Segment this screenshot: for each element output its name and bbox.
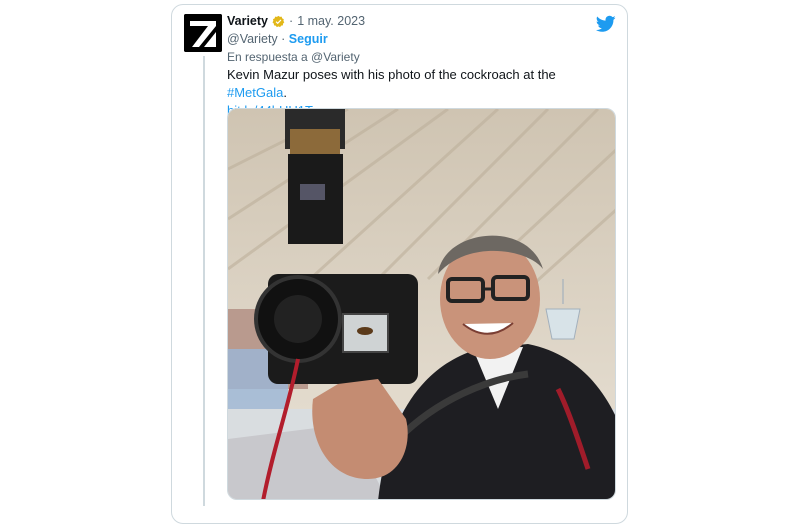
tweet-text-end: . <box>283 85 287 100</box>
author-handle[interactable]: @Variety <box>227 32 278 46</box>
photographer-with-camera-image <box>228 109 615 499</box>
twitter-bird-icon[interactable] <box>596 15 616 33</box>
author-row: Variety · 1 may. 2023 <box>227 14 365 28</box>
follow-button[interactable]: Seguir <box>289 32 328 46</box>
separator-dot: · <box>289 14 294 28</box>
author-name[interactable]: Variety <box>227 14 268 28</box>
avatar[interactable] <box>184 14 222 52</box>
reply-to-label: En respuesta a @Variety <box>227 50 360 64</box>
handle-row: @Variety · Seguir <box>227 32 328 46</box>
separator-dot: · <box>281 32 289 46</box>
thread-line <box>203 56 205 506</box>
hashtag-link[interactable]: #MetGala <box>227 85 283 100</box>
verified-badge-icon <box>272 15 285 27</box>
variety-logo-icon <box>184 14 222 52</box>
tweet-photo[interactable] <box>227 108 616 500</box>
tweet-date[interactable]: 1 may. 2023 <box>297 14 365 28</box>
tweet-text-body: Kevin Mazur poses with his photo of the … <box>227 67 556 82</box>
